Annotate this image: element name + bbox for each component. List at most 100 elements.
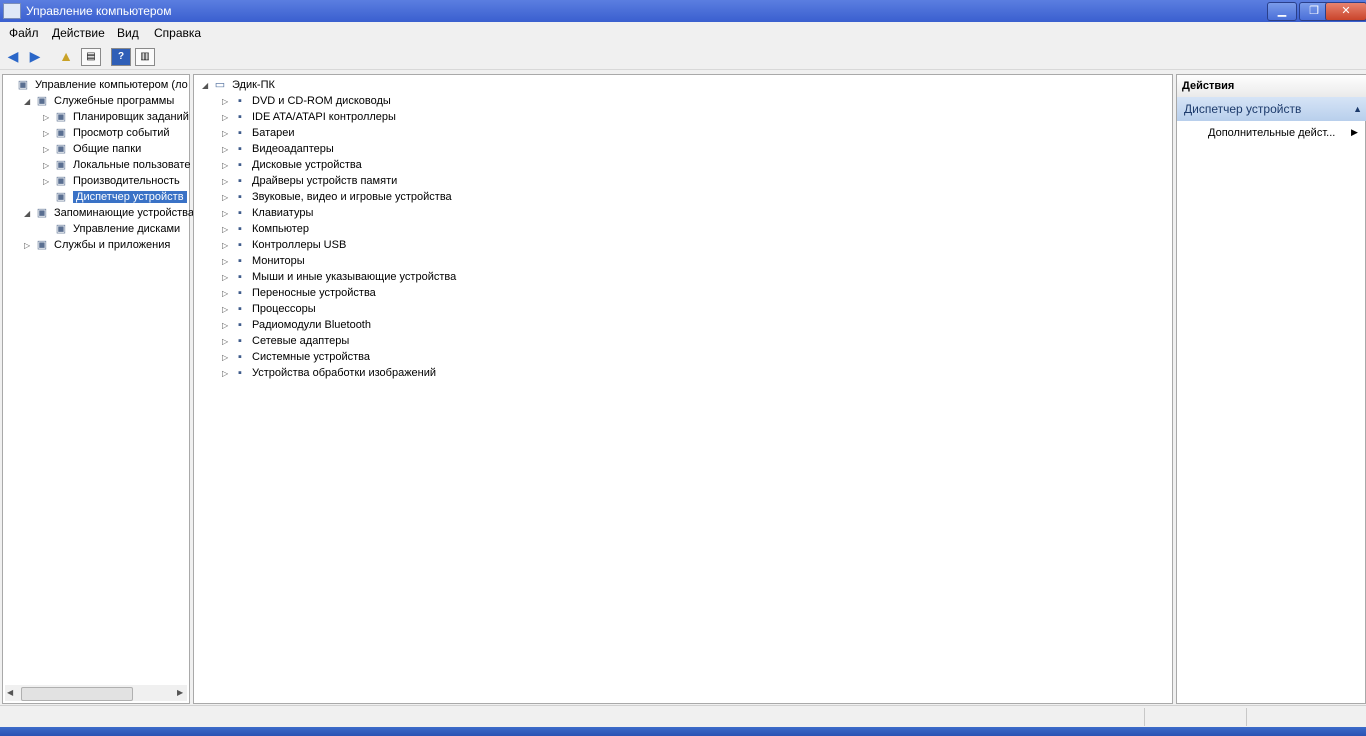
- disk-management-icon: ▣: [55, 223, 67, 236]
- expand-icon[interactable]: ▷: [222, 254, 232, 270]
- device-category-label: Контроллеры USB: [252, 239, 347, 251]
- dvd-icon: ▪: [238, 95, 242, 108]
- tree-item[interactable]: ◢ ▣ Служебные программы: [24, 93, 174, 109]
- menu-view[interactable]: Вид: [117, 26, 139, 40]
- device-category[interactable]: ▷ ▪ Сетевые адаптеры: [222, 333, 349, 349]
- device-category-label: Мыши и иные указывающие устройства: [252, 271, 457, 283]
- horizontal-scrollbar[interactable]: ◀ ▶: [5, 685, 187, 701]
- device-category[interactable]: ▷ ▪ Клавиатуры: [222, 205, 313, 221]
- show-hide-action-pane-icon[interactable]: ▥: [135, 48, 155, 66]
- tree-item-label: Управление компьютером (ло: [35, 79, 188, 91]
- expand-icon[interactable]: ▷: [222, 222, 232, 238]
- close-button[interactable]: ✕: [1325, 2, 1366, 21]
- expander-icon[interactable]: ▷: [43, 110, 53, 126]
- device-category-label: Устройства обработки изображений: [252, 367, 437, 379]
- expand-icon[interactable]: ▷: [222, 174, 232, 190]
- tree-item[interactable]: ▷ ▣ Службы и приложения: [24, 237, 170, 253]
- minimize-button[interactable]: ▁: [1267, 2, 1297, 21]
- device-category[interactable]: ▷ ▪ Компьютер: [222, 221, 309, 237]
- device-category[interactable]: ▷ ▪ Системные устройства: [222, 349, 370, 365]
- device-category[interactable]: ▷ ▪ Драйверы устройств памяти: [222, 173, 397, 189]
- back-arrow-icon[interactable]: ◀: [4, 48, 22, 65]
- mouse-icon: ▪: [238, 271, 242, 284]
- scroll-thumb[interactable]: [21, 687, 133, 701]
- expand-icon[interactable]: ▷: [222, 126, 232, 142]
- forward-arrow-icon[interactable]: ▶: [26, 48, 44, 65]
- device-category[interactable]: ▷ ▪ Мониторы: [222, 253, 305, 269]
- show-hide-tree-icon[interactable]: ▤: [81, 48, 101, 66]
- tree-item[interactable]: ▷ ▣ Просмотр событий: [43, 125, 170, 141]
- device-category[interactable]: ▷ ▪ DVD и CD-ROM дисководы: [222, 93, 391, 109]
- device-category[interactable]: ▷ ▪ Звуковые, видео и игровые устройства: [222, 189, 452, 205]
- expand-icon[interactable]: ▷: [222, 94, 232, 110]
- computer-icon: ▪: [238, 223, 242, 236]
- tree-item[interactable]: ▣ Управление компьютером (ло: [5, 77, 188, 93]
- expand-icon[interactable]: ▷: [222, 190, 232, 206]
- device-category-label: Драйверы устройств памяти: [252, 175, 398, 187]
- scroll-left-icon[interactable]: ◀: [7, 688, 13, 697]
- device-category[interactable]: ▷ ▪ Дисковые устройства: [222, 157, 362, 173]
- device-category[interactable]: ▷ ▪ Видеоадаптеры: [222, 141, 334, 157]
- device-category[interactable]: ▷ ▪ Радиомодули Bluetooth: [222, 317, 371, 333]
- menu-file[interactable]: Файл: [9, 26, 39, 40]
- expand-icon[interactable]: ▷: [222, 302, 232, 318]
- actions-header: Действия: [1177, 75, 1366, 98]
- expand-icon[interactable]: ▷: [222, 158, 232, 174]
- status-bar: [0, 705, 1366, 728]
- device-category[interactable]: ▷ ▪ Процессоры: [222, 301, 316, 317]
- tree-item-label: Управление дисками: [73, 223, 181, 235]
- device-category[interactable]: ▷ ▪ Переносные устройства: [222, 285, 376, 301]
- expander-icon[interactable]: ◢: [24, 94, 34, 110]
- expander-icon[interactable]: ◢: [24, 206, 34, 222]
- expand-icon[interactable]: ▷: [222, 350, 232, 366]
- expand-icon[interactable]: ▷: [222, 142, 232, 158]
- menu-action[interactable]: Действие: [52, 26, 105, 40]
- bluetooth-icon: ▪: [238, 319, 242, 332]
- device-category-label: Процессоры: [252, 303, 316, 315]
- tree-item[interactable]: ▷ ▣ Общие папки: [43, 141, 141, 157]
- shared-folders-icon: ▣: [55, 143, 67, 156]
- collapse-up-icon[interactable]: ▲: [1353, 97, 1362, 121]
- expand-icon[interactable]: ▷: [222, 334, 232, 350]
- disk-drive-icon: ▪: [238, 159, 242, 172]
- tree-item[interactable]: ▷ ▣ Локальные пользовате: [43, 157, 190, 173]
- up-folder-icon[interactable]: ▲: [57, 48, 75, 65]
- device-category[interactable]: ▷ ▪ Устройства обработки изображений: [222, 365, 436, 381]
- network-adapter-icon: ▪: [238, 335, 242, 348]
- tree-item[interactable]: ▷ ▣ Производительность: [43, 173, 180, 189]
- more-actions-item[interactable]: Дополнительные дейст...: [1208, 127, 1335, 139]
- device-category[interactable]: ▷ ▪ Батареи: [222, 125, 295, 141]
- expand-icon[interactable]: ▷: [222, 318, 232, 334]
- expand-icon[interactable]: ▷: [222, 238, 232, 254]
- device-category[interactable]: ▷ ▪ Мыши и иные указывающие устройства: [222, 269, 456, 285]
- scroll-right-icon[interactable]: ▶: [177, 688, 183, 697]
- device-tree-root[interactable]: ◢ ▭ Эдик-ПК: [202, 77, 275, 93]
- expand-icon[interactable]: ▷: [222, 366, 232, 382]
- monitor-icon: ▪: [238, 255, 242, 268]
- device-manager-icon: ▣: [55, 191, 67, 204]
- tree-item[interactable]: ▷ ▣ Планировщик заданий: [43, 109, 189, 125]
- expand-icon[interactable]: ▷: [222, 206, 232, 222]
- help-icon[interactable]: ?: [111, 48, 131, 66]
- device-category[interactable]: ▷ ▪ IDE ATA/ATAPI контроллеры: [222, 109, 396, 125]
- tree-item[interactable]: ▣ Диспетчер устройств: [43, 189, 187, 205]
- expander-icon[interactable]: ▷: [43, 158, 53, 174]
- device-category-label: Мониторы: [252, 255, 305, 267]
- collapse-icon[interactable]: ◢: [202, 78, 212, 94]
- battery-icon: ▪: [238, 127, 242, 140]
- tree-item[interactable]: ▣ Управление дисками: [43, 221, 180, 237]
- expander-icon[interactable]: ▷: [43, 142, 53, 158]
- menu-help[interactable]: Справка: [154, 26, 201, 40]
- expander-icon[interactable]: ▷: [43, 126, 53, 142]
- actions-section-device-manager[interactable]: Диспетчер устройств ▲: [1177, 97, 1366, 121]
- expand-icon[interactable]: ▷: [222, 110, 232, 126]
- tree-item[interactable]: ◢ ▣ Запоминающие устройства: [24, 205, 194, 221]
- services-icon: ▣: [36, 239, 48, 252]
- expander-icon[interactable]: ▷: [43, 174, 53, 190]
- expander-icon[interactable]: ▷: [24, 238, 34, 254]
- window-title: Управление компьютером: [26, 4, 172, 18]
- expand-icon[interactable]: ▷: [222, 270, 232, 286]
- submenu-arrow-icon[interactable]: ▶: [1351, 127, 1358, 138]
- expand-icon[interactable]: ▷: [222, 286, 232, 302]
- device-category[interactable]: ▷ ▪ Контроллеры USB: [222, 237, 346, 253]
